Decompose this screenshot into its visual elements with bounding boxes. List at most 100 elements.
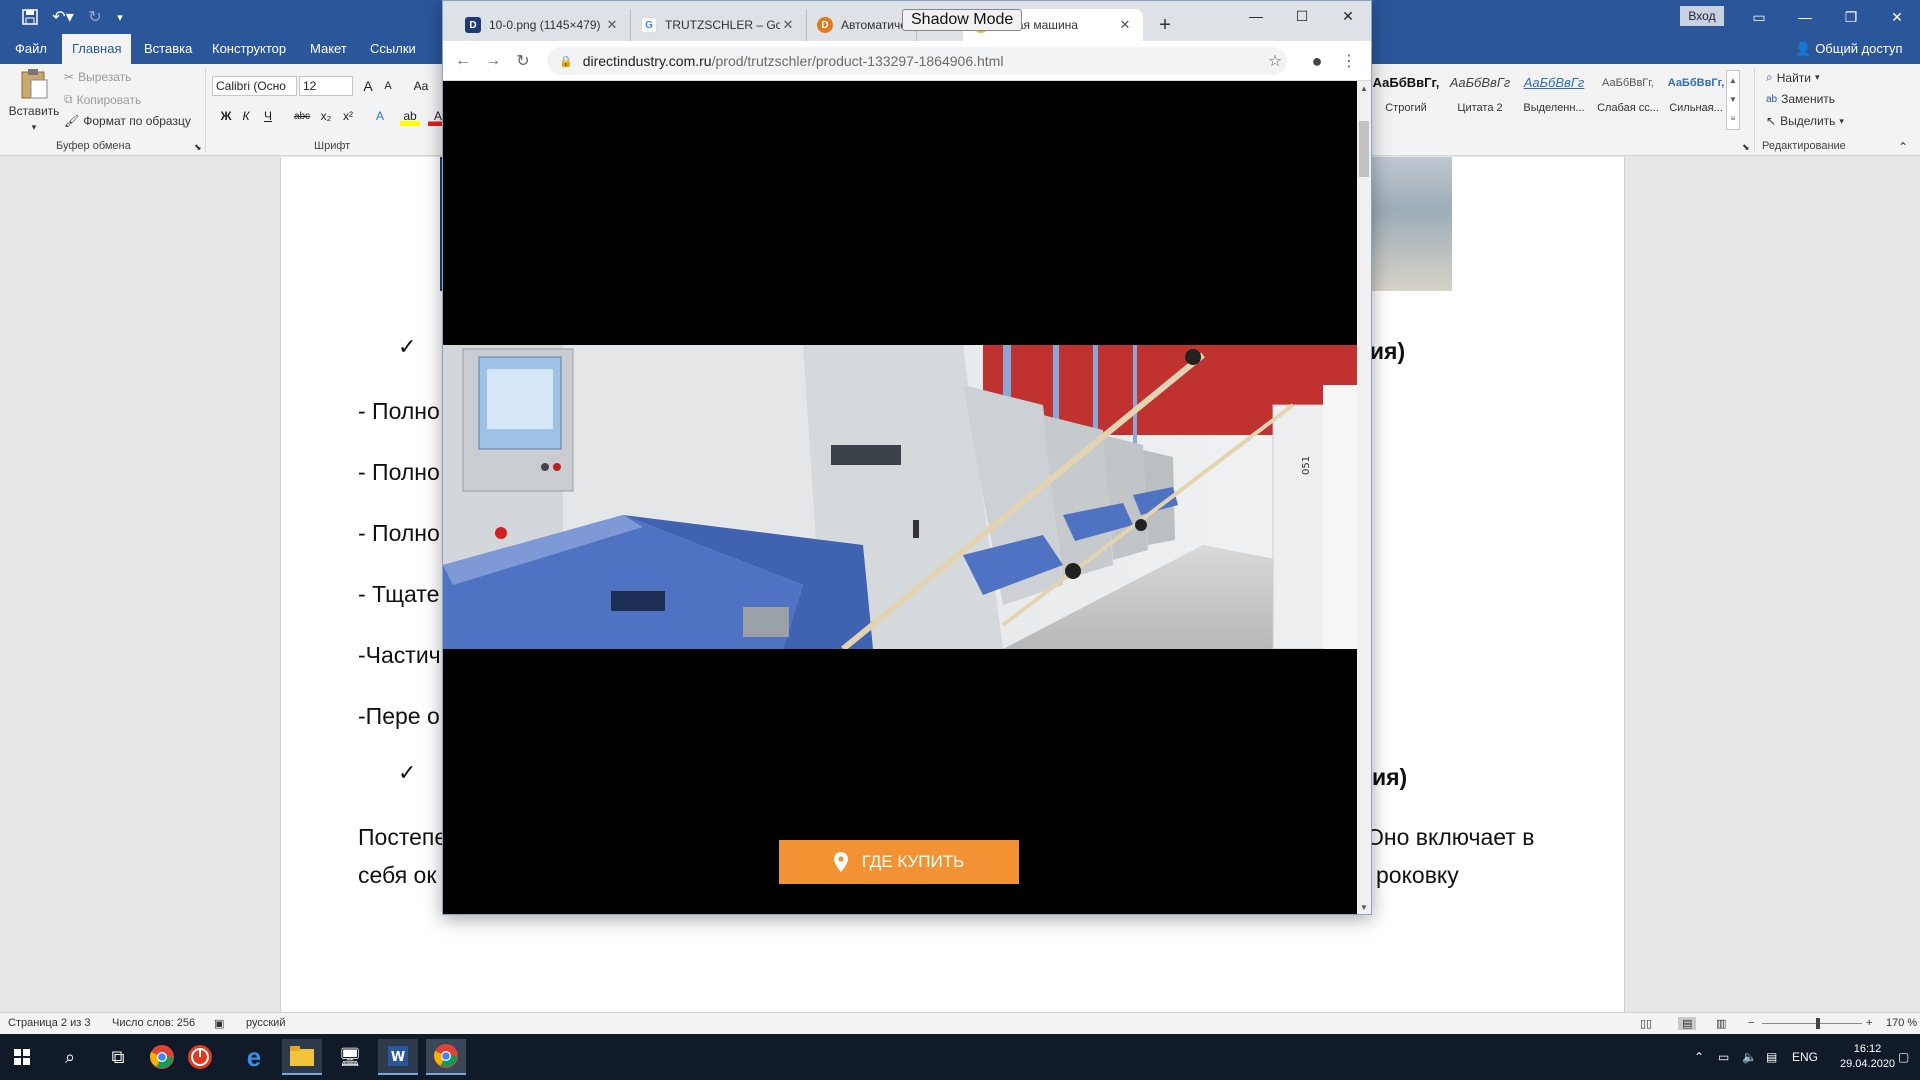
edge-icon[interactable]: e: [234, 1039, 274, 1075]
scroll-down-icon[interactable]: ▼: [1357, 900, 1371, 914]
text-effects-icon[interactable]: A: [370, 106, 390, 126]
find-label: Найти: [1776, 70, 1811, 85]
zoom-out-icon[interactable]: −: [1748, 1017, 1754, 1029]
forward-icon[interactable]: →: [481, 49, 505, 73]
scroll-thumb[interactable]: [1359, 121, 1369, 177]
bookmark-star-icon[interactable]: ☆: [1263, 49, 1287, 73]
copy-button[interactable]: ⧉ Копировать: [64, 92, 141, 107]
tab-insert[interactable]: Вставка: [134, 34, 202, 64]
style-quote-2[interactable]: АаБбВвГг Цитата 2: [1444, 70, 1516, 130]
network-app-icon[interactable]: 🖥: [330, 1039, 370, 1075]
minimize-icon[interactable]: —: [1233, 1, 1279, 31]
italic-button[interactable]: К: [236, 106, 256, 126]
task-view-icon[interactable]: ⧉: [98, 1039, 138, 1075]
change-case-button[interactable]: Aa: [408, 76, 434, 96]
proofing-icon[interactable]: ▣: [214, 1017, 224, 1030]
close-icon[interactable]: ✕: [1874, 0, 1920, 34]
tab-design[interactable]: Конструктор: [202, 34, 296, 64]
tab-home[interactable]: Главная: [62, 34, 132, 64]
collapse-ribbon-icon[interactable]: ⌃: [1898, 140, 1908, 154]
web-layout-icon[interactable]: ▥: [1716, 1017, 1726, 1030]
page-scrollbar[interactable]: ▲ ▼: [1357, 81, 1371, 914]
back-icon[interactable]: ←: [451, 49, 475, 73]
chrome-icon[interactable]: [142, 1039, 182, 1075]
maximize-icon[interactable]: ☐: [1279, 1, 1325, 31]
close-tab-icon[interactable]: ✕: [1117, 17, 1133, 33]
font-size-combo[interactable]: 12: [299, 76, 353, 96]
cut-button[interactable]: ✂ Вырезать: [64, 70, 131, 84]
styles-scroll[interactable]: ▲ ▼ ≡: [1726, 70, 1740, 130]
close-tab-icon[interactable]: ✕: [604, 17, 620, 33]
browser-tab-1[interactable]: D 10-0.png (1145×479) ✕: [455, 9, 631, 41]
style-strong[interactable]: АаБбВвГг, Строгий: [1370, 70, 1442, 130]
new-tab-button[interactable]: +: [1153, 13, 1177, 37]
word-icon[interactable]: W: [378, 1039, 418, 1075]
product-image[interactable]: 051: [443, 345, 1357, 649]
minimize-icon[interactable]: —: [1782, 0, 1828, 34]
customize-qat-icon[interactable]: ▾: [112, 5, 128, 29]
menu-icon[interactable]: ⋮: [1337, 49, 1361, 73]
where-to-buy-button[interactable]: ГДЕ КУПИТЬ: [779, 840, 1019, 884]
share-button[interactable]: 👤 Общий доступ: [1795, 34, 1903, 64]
undo-icon[interactable]: ↶▾: [48, 5, 78, 29]
tab-references[interactable]: Ссылки: [360, 34, 426, 64]
tray-chevron-icon[interactable]: ⌃: [1694, 1034, 1704, 1080]
volume-icon[interactable]: 🔈: [1742, 1034, 1757, 1080]
tab-file[interactable]: Файл: [5, 34, 57, 64]
clipboard-launcher-icon[interactable]: ⬊: [194, 142, 202, 153]
subscript-button[interactable]: x₂: [316, 106, 336, 126]
power-app-icon[interactable]: [180, 1039, 220, 1075]
format-painter-button[interactable]: 🖌 Формат по образцу: [64, 114, 191, 128]
chrome-active-icon[interactable]: [426, 1039, 466, 1075]
word-count[interactable]: Число слов: 256: [112, 1017, 195, 1029]
style-intense-quote[interactable]: АаБбВвГг Выделенн...: [1518, 70, 1590, 130]
notification-tray-icon[interactable]: ▤: [1766, 1034, 1777, 1080]
restore-icon[interactable]: ❐: [1828, 0, 1874, 34]
save-icon[interactable]: [18, 5, 42, 29]
styles-launcher-icon[interactable]: ⬊: [1742, 142, 1750, 153]
tab-layout[interactable]: Макет: [300, 34, 357, 64]
redo-icon[interactable]: ↻: [84, 5, 106, 29]
file-explorer-icon[interactable]: [282, 1039, 322, 1075]
network-icon[interactable]: ▭: [1718, 1034, 1729, 1080]
reload-icon[interactable]: ↻: [511, 49, 535, 73]
browser-tab-3[interactable]: D Автоматиче: [807, 9, 917, 41]
font-name-combo[interactable]: Calibri (Осно: [212, 76, 297, 96]
keyboard-language[interactable]: ENG: [1792, 1034, 1818, 1080]
page-count[interactable]: Страница 2 из 3: [8, 1017, 90, 1029]
zoom-in-icon[interactable]: +: [1866, 1017, 1872, 1029]
address-bar[interactable]: 🔒 directindustry.com.ru/prod/trutzschler…: [547, 47, 1287, 75]
shrink-font-button[interactable]: A: [378, 76, 398, 96]
close-icon[interactable]: ✕: [1325, 1, 1371, 31]
windows-start-icon[interactable]: [2, 1039, 42, 1075]
profile-icon[interactable]: ●: [1305, 49, 1329, 73]
shadow-mode-badge[interactable]: Shadow Mode: [902, 9, 1023, 31]
grow-font-button[interactable]: A: [358, 76, 378, 96]
zoom-level[interactable]: 170 %: [1886, 1017, 1917, 1029]
find-button[interactable]: ⌕ Найти ▾: [1766, 70, 1820, 85]
bold-button[interactable]: Ж: [216, 106, 236, 126]
zoom-slider[interactable]: [1762, 1023, 1862, 1024]
tab-title: TRUTZSCHLER – Goo: [665, 18, 780, 32]
read-mode-icon[interactable]: ▯▯: [1640, 1017, 1652, 1030]
signin-button[interactable]: Вход: [1680, 6, 1724, 26]
style-intense-reference[interactable]: АаБбВвГг, Сильная...: [1660, 70, 1732, 130]
language-indicator[interactable]: русский: [246, 1017, 285, 1029]
action-center-icon[interactable]: ▢: [1898, 1034, 1909, 1080]
scroll-up-icon[interactable]: ▲: [1357, 81, 1371, 95]
zoom-slider-thumb[interactable]: [1816, 1018, 1820, 1029]
highlight-icon[interactable]: ab: [400, 106, 420, 126]
superscript-button[interactable]: x²: [338, 106, 358, 126]
select-button[interactable]: ↖ Выделить ▾: [1766, 114, 1844, 128]
browser-tab-2[interactable]: G TRUTZSCHLER – Goo ✕: [631, 9, 807, 41]
style-subtle-reference[interactable]: АаБбВвГг, Слабая сс...: [1592, 70, 1664, 130]
strikethrough-button[interactable]: abc: [292, 106, 312, 126]
search-icon[interactable]: ⌕: [50, 1039, 90, 1075]
replace-button[interactable]: ab Заменить: [1766, 92, 1835, 106]
ribbon-display-icon[interactable]: ▭: [1736, 0, 1782, 34]
underline-button[interactable]: Ч: [258, 106, 278, 126]
clock[interactable]: 16:12 29.04.2020: [1840, 1034, 1895, 1080]
paste-button[interactable]: Вставить ▾: [8, 68, 60, 133]
close-tab-icon[interactable]: ✕: [780, 17, 796, 33]
print-layout-icon[interactable]: ▤: [1678, 1017, 1697, 1030]
